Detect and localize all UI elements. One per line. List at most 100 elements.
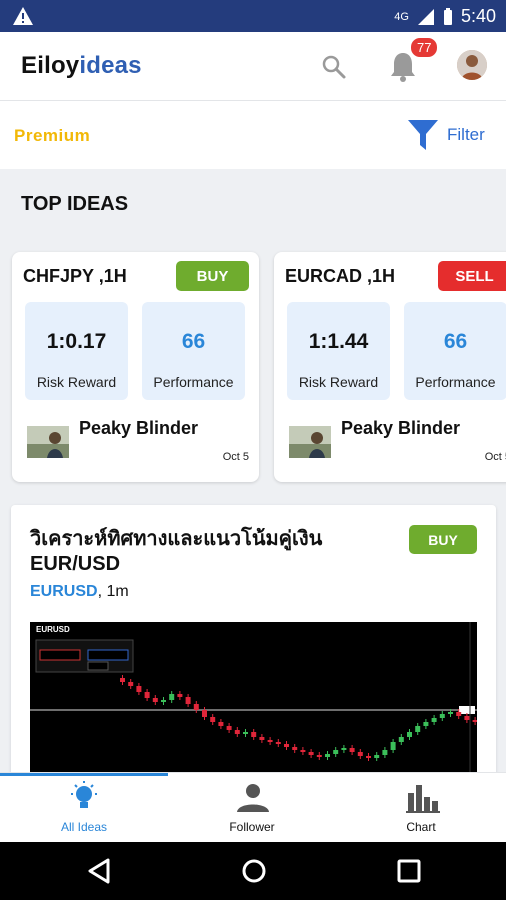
filter-button[interactable]: Filter xyxy=(407,118,485,152)
candle xyxy=(120,678,125,682)
candle xyxy=(284,744,289,747)
filter-bar: Premium Filter xyxy=(0,101,506,169)
candle xyxy=(234,730,240,734)
signal-badge: BUY xyxy=(176,261,249,291)
candle xyxy=(226,726,232,730)
candlestick-chart: EURUSD xyxy=(30,622,494,795)
tab-label: All Ideas xyxy=(60,820,108,834)
candle xyxy=(292,747,298,750)
signal-icon xyxy=(417,8,434,25)
person-icon xyxy=(237,784,269,812)
idea-card[interactable]: EURCAD ,1H SELL 1:1.44 Risk Reward 66 Pe… xyxy=(274,252,506,482)
candle xyxy=(423,722,429,726)
risk-reward-value: 1:0.17 xyxy=(46,330,107,353)
candle xyxy=(390,742,396,750)
section-title: TOP IDEAS xyxy=(21,193,129,215)
performance-label: Performance xyxy=(415,374,496,390)
premium-toggle[interactable]: Premium xyxy=(14,126,90,146)
pair-label: EURCAD ,1H xyxy=(285,266,396,286)
candle xyxy=(251,732,257,737)
network-indicator: 4G xyxy=(394,10,409,23)
candle xyxy=(136,686,142,692)
candle xyxy=(415,726,421,732)
candle xyxy=(267,740,273,742)
system-nav-bar xyxy=(0,842,506,900)
candle xyxy=(177,694,183,697)
candle xyxy=(259,737,265,740)
symbol-row: EURUSD, 1m xyxy=(30,583,129,601)
candle xyxy=(382,750,388,755)
tab-chart[interactable]: Chart xyxy=(337,773,505,843)
timeframe: , 1m xyxy=(97,583,129,600)
performance-value: 66 xyxy=(443,330,468,353)
risk-reward-box: 1:0.17 Risk Reward xyxy=(25,302,128,400)
performance-box: 66 Performance xyxy=(404,302,506,400)
candle xyxy=(448,712,453,714)
author-name: Peaky Blinder xyxy=(341,418,461,438)
risk-reward-label: Risk Reward xyxy=(298,374,379,390)
candle xyxy=(193,704,199,710)
candle xyxy=(464,716,470,720)
performance-label: Performance xyxy=(153,374,234,390)
idea-post[interactable]: วิเคราะห์ทิศทางและแนวโน้มคู่เงิน EUR/USD… xyxy=(11,505,496,795)
recents-icon[interactable] xyxy=(396,857,422,885)
clock: 5:40 xyxy=(460,6,496,26)
candle xyxy=(185,697,191,704)
candle xyxy=(357,752,363,756)
candle xyxy=(439,714,445,718)
risk-reward-label: Risk Reward xyxy=(36,374,117,390)
performance-box: 66 Performance xyxy=(142,302,245,400)
warning-icon xyxy=(13,7,33,25)
post-date: Oct 5 xyxy=(222,451,249,463)
candle xyxy=(202,710,207,717)
chart-symbol: EURUSD xyxy=(36,625,70,634)
bar-chart-icon xyxy=(406,785,440,813)
tab-label: Chart xyxy=(406,820,436,834)
bottom-tab-bar: All Ideas Follower Chart xyxy=(0,772,506,843)
performance-value: 66 xyxy=(181,330,206,353)
app-logo: Eiloyideas xyxy=(21,52,142,79)
candle xyxy=(407,732,412,737)
candle xyxy=(374,755,380,758)
risk-reward-value: 1:1.44 xyxy=(308,330,369,353)
idea-card[interactable]: CHFJPY ,1H BUY 1:0.17 Risk Reward 66 Per… xyxy=(12,252,259,482)
author-avatar xyxy=(289,426,331,458)
candle xyxy=(349,748,355,752)
tab-follower[interactable]: Follower xyxy=(168,773,336,843)
idea-title: วิเคราะห์ทิศทางและแนวโน้มคู่เงิน EUR/USD xyxy=(30,528,323,575)
tab-all-ideas[interactable]: All Ideas xyxy=(0,773,168,843)
candle xyxy=(243,732,248,734)
battery-icon xyxy=(443,7,452,25)
candle xyxy=(431,718,437,722)
funnel-icon xyxy=(408,120,438,150)
home-icon[interactable] xyxy=(241,857,267,885)
symbol-link[interactable]: EURUSD xyxy=(30,583,98,600)
notification-badge: 77 xyxy=(409,36,440,59)
candle xyxy=(152,698,158,702)
author-name: Peaky Blinder xyxy=(79,418,199,438)
candle xyxy=(169,694,175,700)
candle xyxy=(341,748,347,750)
candle xyxy=(456,712,462,716)
status-bar: 4G 5:40 xyxy=(0,0,506,32)
candle xyxy=(300,750,306,752)
candle xyxy=(308,752,314,755)
filter-label: Filter xyxy=(447,125,485,144)
user-avatar[interactable] xyxy=(457,50,487,80)
candle xyxy=(275,742,281,744)
candle xyxy=(316,755,322,757)
search-icon[interactable] xyxy=(321,54,347,80)
candle xyxy=(210,717,216,722)
candle xyxy=(333,750,339,754)
pair-label: CHFJPY ,1H xyxy=(23,266,127,286)
post-date: Oct 5 xyxy=(484,451,506,463)
candle xyxy=(366,756,371,758)
app-header: Eiloyideas 77 xyxy=(0,32,506,101)
candle xyxy=(325,754,330,757)
candle xyxy=(398,737,404,742)
risk-reward-box: 1:1.44 Risk Reward xyxy=(287,302,390,400)
back-icon[interactable] xyxy=(86,857,112,885)
candle xyxy=(472,720,478,722)
chart-thumbnail[interactable]: EURUSD xyxy=(30,622,494,795)
signal-badge: SELL xyxy=(438,261,506,291)
